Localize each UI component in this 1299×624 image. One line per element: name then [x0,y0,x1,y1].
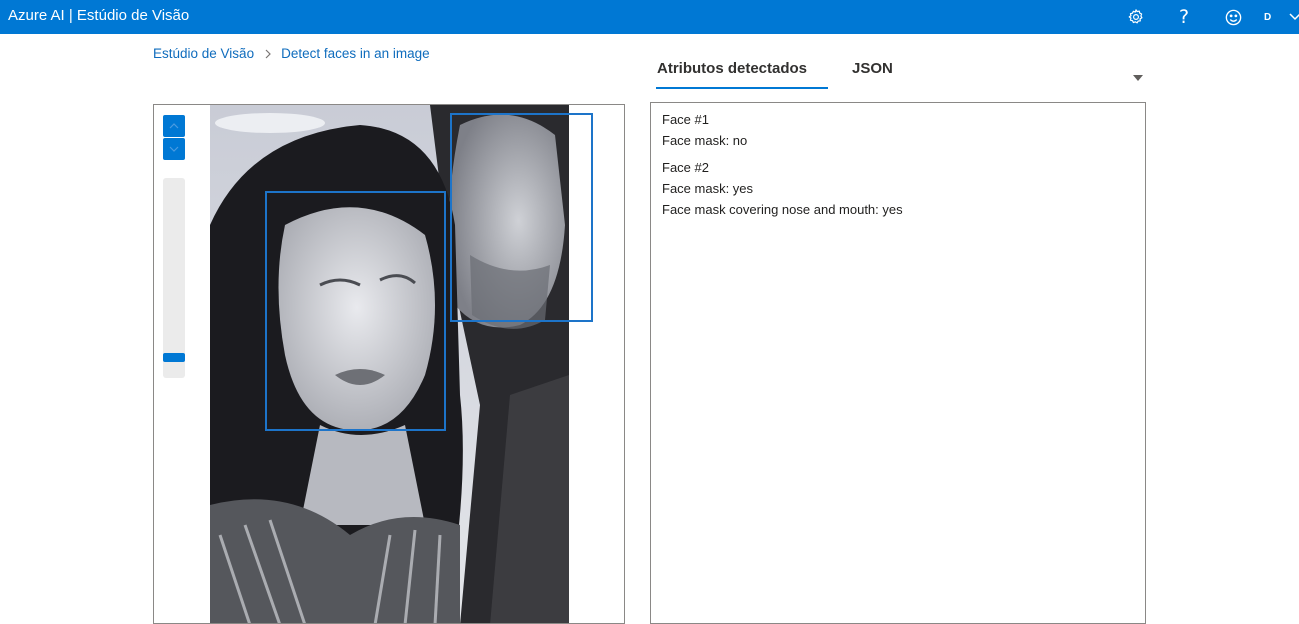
zoom-slider-thumb[interactable] [163,353,185,363]
account-menu-button[interactable]: D [1262,5,1299,29]
face-title: Face #1 [662,112,709,127]
caret-down-icon[interactable] [1130,72,1146,84]
gear-icon[interactable] [1124,5,1148,29]
face-2-bounding-box[interactable] [450,113,593,322]
app-title[interactable]: Azure AI | Estúdio de Visão [8,7,189,25]
detected-attributes-panel: Face #1 Face mask: no Face #2 Face mask:… [650,102,1146,624]
zoom-slider[interactable] [163,178,185,378]
breadcrumb: Estúdio de Visão Detect faces in an imag… [153,46,430,61]
face-result-2: Face #2 Face mask: yes Face mask coverin… [662,157,1134,220]
face-1-bounding-box[interactable] [265,191,446,431]
help-icon[interactable]: ? [1172,5,1196,29]
chevron-up-icon [169,123,179,129]
chevron-down-icon [1289,13,1299,21]
breadcrumb-current-link[interactable]: Detect faces in an image [281,46,430,61]
face-attribute: Face mask: yes [662,181,754,196]
result-tabs: Atributos detectados JSON [656,58,1146,92]
zoom-in-button[interactable] [163,115,185,137]
image-viewer [153,104,625,624]
zoom-out-button[interactable] [163,138,185,160]
top-bar: Azure AI | Estúdio de Visão ? D [0,0,1299,34]
help-glyph: ? [1178,6,1190,28]
breadcrumb-root-link[interactable]: Estúdio de Visão [153,46,254,61]
face-title: Face #2 [662,160,709,175]
face-attribute: Face mask covering nose and mouth: yes [662,202,903,217]
tab-json[interactable]: JSON [852,60,893,77]
tab-detected-attributes[interactable]: Atributos detectados [657,60,807,77]
face-result-1: Face #1 Face mask: no [662,109,1134,151]
face-attribute: Face mask: no [662,133,748,148]
chevron-right-icon [264,49,272,59]
selected-tab-indicator [656,87,828,89]
smiley-icon[interactable] [1221,5,1245,29]
account-initial: D [1264,11,1272,23]
chevron-down-icon [169,146,179,152]
